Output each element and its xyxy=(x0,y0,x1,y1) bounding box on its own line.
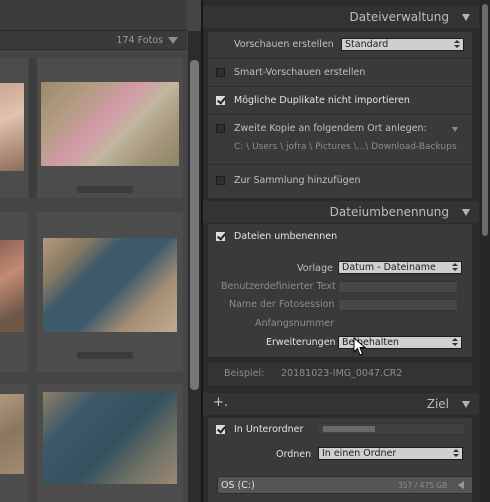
drive-label: OS (C:) xyxy=(221,480,255,491)
shoot-name-label: Name der Fotosession xyxy=(229,299,335,310)
template-value: Datum - Dateiname xyxy=(342,262,436,273)
template-dropdown[interactable]: Datum - Dateiname xyxy=(338,261,462,274)
rename-files-label: Dateien umbenennen xyxy=(234,231,338,242)
add-collection-checkbox[interactable] xyxy=(216,176,225,185)
file-renaming-box: Dateien umbenennen Vorlage Datum - Datei… xyxy=(207,223,473,358)
no-duplicates-checkbox[interactable] xyxy=(216,96,225,105)
organize-label: Ordnen xyxy=(276,449,312,460)
extensions-value: Beibehalten xyxy=(342,337,399,348)
thumbnail-caption xyxy=(77,186,133,193)
collapse-triangle-icon[interactable] xyxy=(462,14,470,21)
sample-row: Beispiel: 20181023-IMG_0047.CR2 xyxy=(207,362,473,386)
drive-space: 357 / 475 GB xyxy=(398,481,448,490)
photo-thumbnail[interactable] xyxy=(0,83,24,171)
grid-cell[interactable] xyxy=(37,58,183,198)
start-number-label: Anfangsnummer xyxy=(255,318,334,329)
preview-row: Vorschauen erstellen Standard xyxy=(208,32,472,59)
updown-arrows-icon xyxy=(452,338,458,347)
updown-arrows-icon xyxy=(452,263,458,272)
destination-box: In Unterordner Ordnen In einen Ordner OS… xyxy=(207,417,473,502)
no-duplicates-row: Mögliche Duplikate nicht importieren xyxy=(208,87,472,115)
add-collection-row: Zur Sammlung hinzufügen xyxy=(208,165,472,200)
mouse-cursor-icon xyxy=(353,337,367,356)
updown-arrows-icon xyxy=(453,449,459,458)
sample-label: Beispiel: xyxy=(224,368,265,379)
destination-header[interactable]: +. Ziel xyxy=(203,393,479,415)
collapse-triangle-icon[interactable] xyxy=(168,37,178,44)
file-handling-header[interactable]: Dateiverwaltung xyxy=(203,6,479,28)
organize-dropdown[interactable]: In einen Ordner xyxy=(318,447,463,460)
photo-thumbnail[interactable] xyxy=(0,394,24,474)
subfolder-name-blur xyxy=(323,426,375,432)
extensions-label: Erweiterungen xyxy=(266,337,336,348)
file-handling-title: Dateiverwaltung xyxy=(349,10,449,24)
import-settings-panel: Dateiverwaltung Vorschauen erstellen Sta… xyxy=(203,0,490,502)
grid-cell[interactable] xyxy=(37,212,183,372)
preview-label: Vorschauen erstellen xyxy=(234,39,334,50)
plus-icon[interactable]: +. xyxy=(213,395,228,410)
rename-files-checkbox[interactable] xyxy=(216,232,225,241)
smart-preview-label: Smart-Vorschauen erstellen xyxy=(234,67,366,78)
smart-preview-row: Smart-Vorschauen erstellen xyxy=(208,59,472,87)
photo-thumbnail[interactable] xyxy=(43,392,177,484)
second-copy-dropdown-icon[interactable] xyxy=(452,127,458,132)
photo-thumbnail[interactable] xyxy=(41,82,179,166)
grid-cell[interactable] xyxy=(37,384,183,502)
file-renaming-title: Dateiumbenennung xyxy=(329,205,449,219)
file-renaming-header[interactable]: Dateiumbenennung xyxy=(203,201,479,223)
add-collection-label: Zur Sammlung hinzufügen xyxy=(234,175,361,186)
sample-value: 20181023-IMG_0047.CR2 xyxy=(281,368,403,379)
no-duplicates-label: Mögliche Duplikate nicht importieren xyxy=(234,95,410,106)
panel-scrollbar-thumb[interactable] xyxy=(482,4,488,236)
photo-thumbnail[interactable] xyxy=(0,240,24,332)
grid-cell[interactable] xyxy=(0,384,28,502)
subfolder-checkbox[interactable] xyxy=(216,425,225,434)
expand-triangle-icon[interactable] xyxy=(458,481,464,489)
custom-text-field[interactable] xyxy=(338,281,458,293)
grid-cell[interactable] xyxy=(0,58,28,198)
drive-os-c[interactable]: OS (C:) 357 / 475 GB xyxy=(217,476,473,494)
grid-scrollbar-thumb[interactable] xyxy=(190,60,199,390)
destination-title: Ziel xyxy=(426,397,449,411)
preview-dropdown[interactable]: Standard xyxy=(341,38,464,51)
second-copy-label: Zweite Kopie an folgendem Ort anlegen: xyxy=(234,123,427,134)
photo-count: 174 Fotos xyxy=(116,35,163,46)
organize-value: In einen Ordner xyxy=(322,448,397,459)
second-copy-checkbox[interactable] xyxy=(216,124,225,133)
updown-arrows-icon xyxy=(454,40,460,49)
thumbnail-grid: 174 Fotos xyxy=(0,0,201,502)
custom-text-label: Benutzerdefinierter Text xyxy=(221,281,336,292)
file-handling-box: Vorschauen erstellen Standard Smart-Vors… xyxy=(207,31,473,199)
thumbnail-caption xyxy=(77,352,133,359)
subfolder-name-field[interactable] xyxy=(316,423,466,435)
preview-value: Standard xyxy=(345,39,389,50)
grid-cell[interactable] xyxy=(0,212,28,372)
shoot-name-field[interactable] xyxy=(338,299,458,311)
second-copy-row: Zweite Kopie an folgendem Ort anlegen: C… xyxy=(208,115,472,165)
template-label: Vorlage xyxy=(297,263,333,274)
collapse-triangle-icon[interactable] xyxy=(462,209,470,216)
collapse-triangle-icon[interactable] xyxy=(462,401,470,408)
subfolder-label: In Unterordner xyxy=(234,424,304,435)
grid-gap xyxy=(29,58,37,198)
second-copy-path[interactable]: C: \ Users \ jofra \ Pictures \...\ Down… xyxy=(234,142,457,152)
grid-header: 174 Fotos xyxy=(0,31,187,50)
photo-thumbnail[interactable] xyxy=(43,238,177,332)
smart-preview-checkbox[interactable] xyxy=(216,68,225,77)
grid-toolbar xyxy=(0,0,187,31)
